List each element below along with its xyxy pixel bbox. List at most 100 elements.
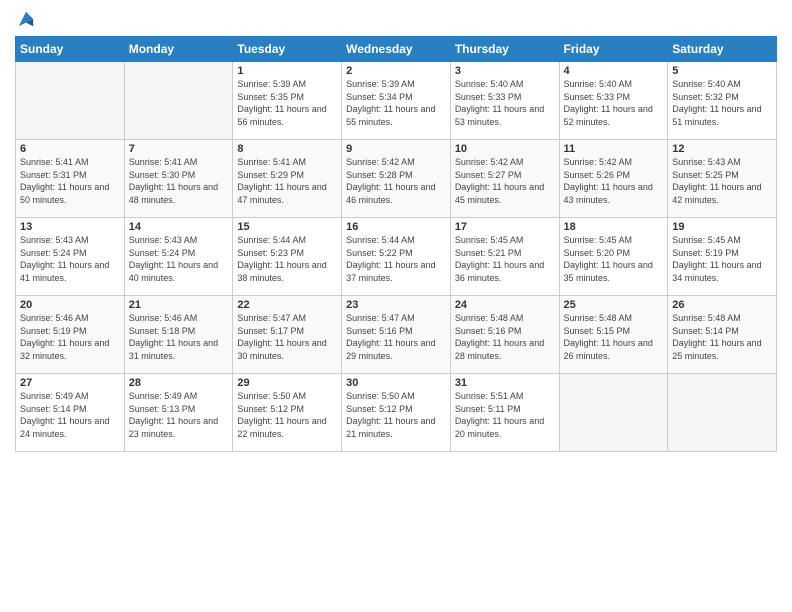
weekday-header-friday: Friday (559, 37, 668, 62)
day-number: 6 (20, 143, 120, 155)
day-number: 22 (237, 299, 337, 311)
calendar-cell: 22Sunrise: 5:47 AM Sunset: 5:17 PM Dayli… (233, 296, 342, 374)
calendar-cell: 8Sunrise: 5:41 AM Sunset: 5:29 PM Daylig… (233, 140, 342, 218)
calendar-cell: 5Sunrise: 5:40 AM Sunset: 5:32 PM Daylig… (668, 62, 777, 140)
day-info: Sunrise: 5:42 AM Sunset: 5:28 PM Dayligh… (346, 156, 446, 206)
day-info: Sunrise: 5:43 AM Sunset: 5:25 PM Dayligh… (672, 156, 772, 206)
day-info: Sunrise: 5:40 AM Sunset: 5:32 PM Dayligh… (672, 78, 772, 128)
day-number: 12 (672, 143, 772, 155)
calendar-cell: 15Sunrise: 5:44 AM Sunset: 5:23 PM Dayli… (233, 218, 342, 296)
day-info: Sunrise: 5:42 AM Sunset: 5:26 PM Dayligh… (564, 156, 664, 206)
day-info: Sunrise: 5:42 AM Sunset: 5:27 PM Dayligh… (455, 156, 555, 206)
day-number: 7 (129, 143, 229, 155)
calendar-week-2: 6Sunrise: 5:41 AM Sunset: 5:31 PM Daylig… (16, 140, 777, 218)
day-info: Sunrise: 5:47 AM Sunset: 5:17 PM Dayligh… (237, 312, 337, 362)
header (15, 10, 777, 28)
day-info: Sunrise: 5:48 AM Sunset: 5:14 PM Dayligh… (672, 312, 772, 362)
calendar-cell: 9Sunrise: 5:42 AM Sunset: 5:28 PM Daylig… (342, 140, 451, 218)
calendar-cell: 17Sunrise: 5:45 AM Sunset: 5:21 PM Dayli… (450, 218, 559, 296)
day-info: Sunrise: 5:48 AM Sunset: 5:16 PM Dayligh… (455, 312, 555, 362)
calendar-cell: 19Sunrise: 5:45 AM Sunset: 5:19 PM Dayli… (668, 218, 777, 296)
day-number: 8 (237, 143, 337, 155)
day-number: 20 (20, 299, 120, 311)
weekday-header-tuesday: Tuesday (233, 37, 342, 62)
weekday-header-thursday: Thursday (450, 37, 559, 62)
day-number: 25 (564, 299, 664, 311)
calendar-cell: 27Sunrise: 5:49 AM Sunset: 5:14 PM Dayli… (16, 374, 125, 452)
day-number: 23 (346, 299, 446, 311)
day-info: Sunrise: 5:40 AM Sunset: 5:33 PM Dayligh… (455, 78, 555, 128)
calendar-cell: 25Sunrise: 5:48 AM Sunset: 5:15 PM Dayli… (559, 296, 668, 374)
day-info: Sunrise: 5:44 AM Sunset: 5:23 PM Dayligh… (237, 234, 337, 284)
day-number: 14 (129, 221, 229, 233)
calendar-cell: 6Sunrise: 5:41 AM Sunset: 5:31 PM Daylig… (16, 140, 125, 218)
day-info: Sunrise: 5:48 AM Sunset: 5:15 PM Dayligh… (564, 312, 664, 362)
calendar-cell: 30Sunrise: 5:50 AM Sunset: 5:12 PM Dayli… (342, 374, 451, 452)
calendar-cell: 2Sunrise: 5:39 AM Sunset: 5:34 PM Daylig… (342, 62, 451, 140)
calendar-table: SundayMondayTuesdayWednesdayThursdayFrid… (15, 36, 777, 452)
calendar-cell: 4Sunrise: 5:40 AM Sunset: 5:33 PM Daylig… (559, 62, 668, 140)
day-info: Sunrise: 5:41 AM Sunset: 5:31 PM Dayligh… (20, 156, 120, 206)
calendar-header-row: SundayMondayTuesdayWednesdayThursdayFrid… (16, 37, 777, 62)
day-info: Sunrise: 5:45 AM Sunset: 5:20 PM Dayligh… (564, 234, 664, 284)
day-number: 10 (455, 143, 555, 155)
calendar-cell: 10Sunrise: 5:42 AM Sunset: 5:27 PM Dayli… (450, 140, 559, 218)
weekday-header-wednesday: Wednesday (342, 37, 451, 62)
calendar-week-3: 13Sunrise: 5:43 AM Sunset: 5:24 PM Dayli… (16, 218, 777, 296)
day-number: 29 (237, 377, 337, 389)
calendar-cell: 12Sunrise: 5:43 AM Sunset: 5:25 PM Dayli… (668, 140, 777, 218)
day-number: 9 (346, 143, 446, 155)
day-number: 30 (346, 377, 446, 389)
day-number: 4 (564, 65, 664, 77)
day-info: Sunrise: 5:43 AM Sunset: 5:24 PM Dayligh… (129, 234, 229, 284)
day-number: 27 (20, 377, 120, 389)
day-number: 21 (129, 299, 229, 311)
calendar-cell (16, 62, 125, 140)
day-info: Sunrise: 5:43 AM Sunset: 5:24 PM Dayligh… (20, 234, 120, 284)
day-info: Sunrise: 5:41 AM Sunset: 5:29 PM Dayligh… (237, 156, 337, 206)
calendar-cell (124, 62, 233, 140)
day-info: Sunrise: 5:49 AM Sunset: 5:14 PM Dayligh… (20, 390, 120, 440)
calendar-cell: 7Sunrise: 5:41 AM Sunset: 5:30 PM Daylig… (124, 140, 233, 218)
weekday-header-sunday: Sunday (16, 37, 125, 62)
calendar-cell: 3Sunrise: 5:40 AM Sunset: 5:33 PM Daylig… (450, 62, 559, 140)
calendar-cell: 20Sunrise: 5:46 AM Sunset: 5:19 PM Dayli… (16, 296, 125, 374)
logo-icon (17, 10, 35, 28)
calendar-cell: 16Sunrise: 5:44 AM Sunset: 5:22 PM Dayli… (342, 218, 451, 296)
day-number: 16 (346, 221, 446, 233)
day-info: Sunrise: 5:51 AM Sunset: 5:11 PM Dayligh… (455, 390, 555, 440)
day-number: 11 (564, 143, 664, 155)
calendar-cell: 29Sunrise: 5:50 AM Sunset: 5:12 PM Dayli… (233, 374, 342, 452)
day-info: Sunrise: 5:45 AM Sunset: 5:21 PM Dayligh… (455, 234, 555, 284)
calendar-week-4: 20Sunrise: 5:46 AM Sunset: 5:19 PM Dayli… (16, 296, 777, 374)
day-info: Sunrise: 5:49 AM Sunset: 5:13 PM Dayligh… (129, 390, 229, 440)
calendar-cell: 14Sunrise: 5:43 AM Sunset: 5:24 PM Dayli… (124, 218, 233, 296)
day-info: Sunrise: 5:45 AM Sunset: 5:19 PM Dayligh… (672, 234, 772, 284)
calendar-cell (668, 374, 777, 452)
page: SundayMondayTuesdayWednesdayThursdayFrid… (0, 0, 792, 612)
day-number: 2 (346, 65, 446, 77)
day-info: Sunrise: 5:39 AM Sunset: 5:35 PM Dayligh… (237, 78, 337, 128)
calendar-week-1: 1Sunrise: 5:39 AM Sunset: 5:35 PM Daylig… (16, 62, 777, 140)
day-info: Sunrise: 5:44 AM Sunset: 5:22 PM Dayligh… (346, 234, 446, 284)
day-number: 5 (672, 65, 772, 77)
calendar-cell: 11Sunrise: 5:42 AM Sunset: 5:26 PM Dayli… (559, 140, 668, 218)
calendar-week-5: 27Sunrise: 5:49 AM Sunset: 5:14 PM Dayli… (16, 374, 777, 452)
day-number: 26 (672, 299, 772, 311)
day-number: 19 (672, 221, 772, 233)
calendar-cell: 13Sunrise: 5:43 AM Sunset: 5:24 PM Dayli… (16, 218, 125, 296)
day-info: Sunrise: 5:50 AM Sunset: 5:12 PM Dayligh… (346, 390, 446, 440)
calendar-cell (559, 374, 668, 452)
day-number: 1 (237, 65, 337, 77)
calendar-cell: 23Sunrise: 5:47 AM Sunset: 5:16 PM Dayli… (342, 296, 451, 374)
day-info: Sunrise: 5:46 AM Sunset: 5:19 PM Dayligh… (20, 312, 120, 362)
day-number: 17 (455, 221, 555, 233)
weekday-header-saturday: Saturday (668, 37, 777, 62)
day-number: 28 (129, 377, 229, 389)
calendar-cell: 28Sunrise: 5:49 AM Sunset: 5:13 PM Dayli… (124, 374, 233, 452)
logo (15, 10, 35, 28)
day-number: 18 (564, 221, 664, 233)
calendar-cell: 18Sunrise: 5:45 AM Sunset: 5:20 PM Dayli… (559, 218, 668, 296)
weekday-header-monday: Monday (124, 37, 233, 62)
day-number: 15 (237, 221, 337, 233)
